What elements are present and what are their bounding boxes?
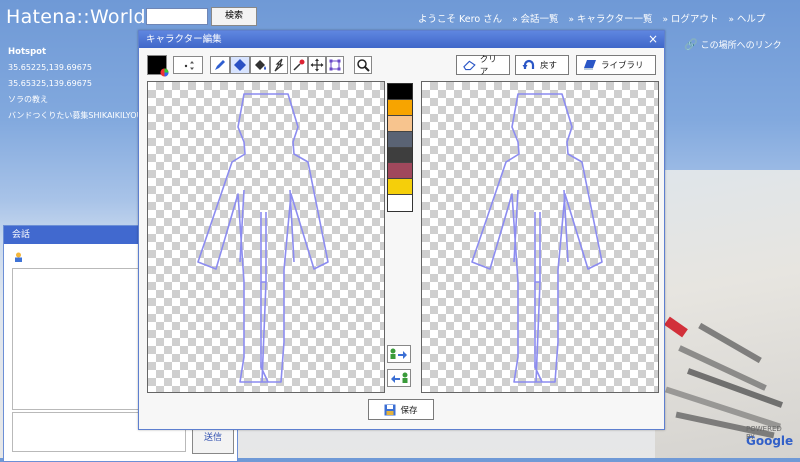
move-arrows-icon	[310, 58, 324, 72]
book-icon	[584, 60, 596, 70]
transform-icon	[329, 59, 341, 71]
palette-swatch-darkgray[interactable]	[388, 147, 412, 164]
palette-swatch-white[interactable]	[388, 195, 412, 211]
paint-bucket-icon	[255, 60, 266, 70]
save-label: 保存	[400, 405, 418, 416]
eyedropper-button[interactable]	[290, 56, 308, 74]
undo-button[interactable]: 戻す	[515, 55, 569, 75]
color-wheel-icon	[160, 68, 169, 77]
top-navigation: ようこそ Kero さん 会話一覧 キャラクター一覧 ログアウト ヘルプ	[418, 11, 765, 25]
undo-arrow-icon	[522, 59, 535, 69]
clear-label: クリア	[479, 55, 497, 77]
character-editor-window: キャラクター編集 × クリア 戻す ライブラリ 保存	[138, 30, 665, 430]
nav-characters[interactable]: キャラクター一覧	[569, 11, 653, 25]
palette-swatch-slate[interactable]	[388, 131, 412, 148]
hotspot-item[interactable]: バンドつくりたい募集SHIKAIKILYOU	[8, 108, 142, 124]
transform-tool-button[interactable]	[326, 56, 344, 74]
editor-title: キャラクター編集	[139, 31, 664, 48]
palette-swatch-rose[interactable]	[388, 163, 412, 180]
clear-button[interactable]: クリア	[456, 55, 510, 77]
fill-shape-button[interactable]	[230, 56, 250, 74]
palette-swatch-black[interactable]	[388, 84, 412, 100]
pen-icon	[215, 60, 225, 70]
app-logo[interactable]: Hatena::World	[6, 6, 146, 28]
search-input[interactable]	[146, 8, 208, 25]
front-view-canvas[interactable]	[147, 81, 385, 393]
magnifier-icon	[357, 59, 370, 72]
user-icon	[14, 252, 23, 262]
copy-left-icon	[391, 372, 408, 383]
copy-to-front-button[interactable]	[387, 369, 411, 387]
library-label: ライブラリ	[601, 61, 644, 71]
nav-conversations[interactable]: 会話一覧	[512, 11, 559, 25]
nav-logout[interactable]: ログアウト	[663, 11, 719, 25]
search-button[interactable]: 検索	[211, 7, 257, 26]
hotspot-item[interactable]: 35.65325,139.69675	[8, 76, 142, 92]
diamond-icon	[234, 59, 246, 71]
google-brand-prefix: POWERED BY	[746, 425, 782, 441]
save-disk-icon	[384, 404, 396, 415]
library-button[interactable]: ライブラリ	[576, 55, 656, 75]
save-button[interactable]: 保存	[368, 399, 434, 420]
front-character-outline	[197, 93, 329, 383]
link-to-here[interactable]: 🔗 この場所へのリンク	[684, 38, 782, 51]
zoom-button[interactable]	[354, 56, 372, 74]
brush-size-stepper[interactable]	[173, 56, 203, 74]
current-color-swatch[interactable]	[147, 55, 169, 77]
chain-link-icon: 🔗	[684, 38, 698, 51]
palette-swatch-skin[interactable]	[388, 115, 412, 132]
map-terrain[interactable]	[655, 170, 800, 458]
back-character-outline	[471, 93, 603, 383]
link-to-here-label: この場所へのリンク	[700, 41, 782, 51]
hotspot-heading: Hotspot	[8, 47, 47, 57]
line-tool-button[interactable]	[270, 56, 288, 74]
hotspot-item[interactable]: 35.65225,139.69675	[8, 60, 142, 76]
close-button[interactable]: ×	[648, 31, 658, 48]
pen-tool-button[interactable]	[210, 56, 230, 74]
dot-icon	[184, 61, 194, 70]
palette-swatch-yellow[interactable]	[388, 179, 412, 196]
palette-swatch-orange[interactable]	[388, 99, 412, 116]
copy-right-icon	[390, 348, 407, 359]
copy-to-back-button[interactable]	[387, 345, 411, 363]
lightning-icon	[274, 58, 284, 72]
move-tool-button[interactable]	[308, 56, 326, 74]
undo-label: 戻す	[540, 61, 558, 71]
bucket-fill-button[interactable]	[250, 56, 270, 74]
hotspot-item[interactable]: ソラの教え	[8, 92, 142, 108]
eyedropper-icon	[293, 59, 305, 71]
hotspot-panel: Hotspot 35.65225,139.69675 35.65325,139.…	[8, 44, 142, 124]
google-brand: POWERED BY Google	[746, 425, 793, 448]
map-marker	[664, 316, 688, 338]
nav-help[interactable]: ヘルプ	[728, 11, 766, 25]
back-view-canvas[interactable]	[421, 81, 659, 393]
eraser-icon	[463, 60, 476, 71]
color-palette	[387, 83, 413, 212]
greeting-text: ようこそ Kero さん	[418, 14, 503, 25]
